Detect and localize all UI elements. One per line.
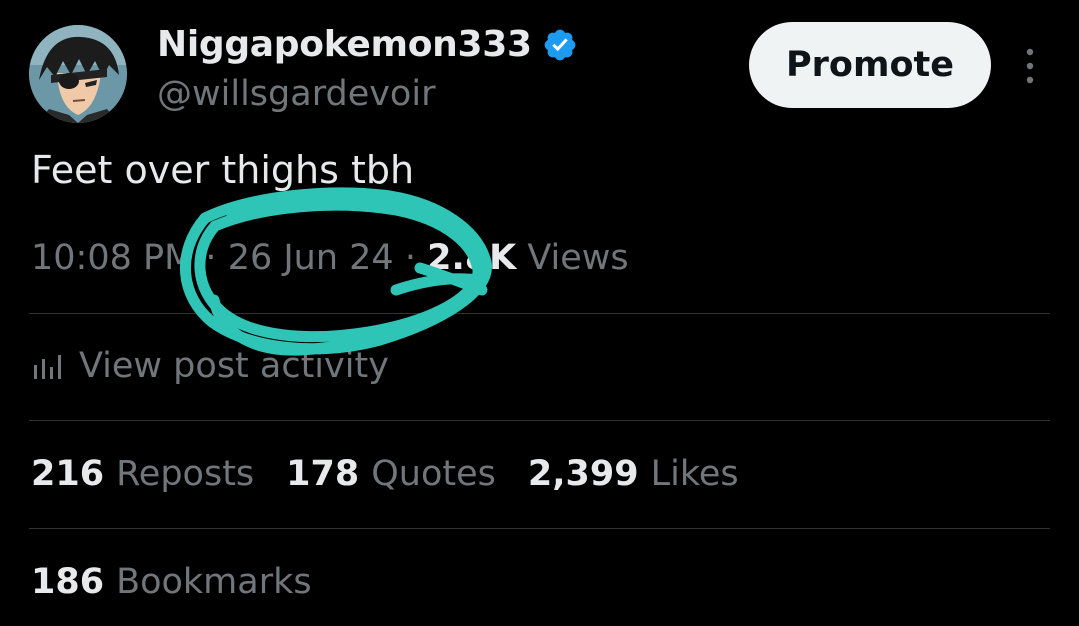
divider xyxy=(29,528,1050,529)
bookmarks-stat[interactable]: 186 Bookmarks xyxy=(31,562,312,602)
reposts-count: 216 xyxy=(31,454,105,494)
divider xyxy=(29,420,1050,421)
tweet-date[interactable]: 26 Jun 24 xyxy=(228,238,394,278)
display-name-row[interactable]: Niggapokemon333 xyxy=(157,24,578,65)
reposts-stat[interactable]: 216 Reposts xyxy=(31,454,254,494)
avatar[interactable] xyxy=(29,25,127,123)
tweet-text: Feet over thighs tbh xyxy=(31,148,415,192)
views-label: Views xyxy=(527,238,629,278)
likes-label: Likes xyxy=(650,454,739,494)
promote-button[interactable]: Promote xyxy=(749,22,991,108)
meta-separator: · xyxy=(194,238,228,278)
views-count: 2.8K xyxy=(427,238,517,278)
anime-character-avatar-icon xyxy=(29,25,127,123)
quotes-stat[interactable]: 178 Quotes xyxy=(286,454,496,494)
quotes-label: Quotes xyxy=(371,454,496,494)
likes-count: 2,399 xyxy=(527,454,639,494)
display-name[interactable]: Niggapokemon333 xyxy=(157,24,532,65)
view-post-activity-link[interactable]: View post activity xyxy=(31,346,389,386)
bookmarks-label: Bookmarks xyxy=(116,562,312,602)
reposts-label: Reposts xyxy=(116,454,255,494)
engagement-stats: 216 Reposts 178 Quotes 2,399 Likes xyxy=(31,454,739,494)
divider xyxy=(29,313,1050,314)
likes-stat[interactable]: 2,399 Likes xyxy=(528,454,739,494)
meta-separator: · xyxy=(393,238,428,278)
bar-chart-icon xyxy=(34,355,61,379)
author-handle[interactable]: @willsgardevoir xyxy=(157,74,435,114)
tweet-detail: Niggapokemon333 @willsgardevoir Promote … xyxy=(0,0,1079,626)
bookmarks-count: 186 xyxy=(31,562,105,602)
tweet-time[interactable]: 10:08 PM xyxy=(31,238,194,278)
view-post-activity-label: View post activity xyxy=(79,346,389,386)
quotes-count: 178 xyxy=(286,454,360,494)
tweet-meta: 10:08 PM · 26 Jun 24 · 2.8K Views xyxy=(31,238,629,278)
verified-badge-icon xyxy=(544,29,576,60)
more-vertical-icon[interactable] xyxy=(1018,44,1042,88)
